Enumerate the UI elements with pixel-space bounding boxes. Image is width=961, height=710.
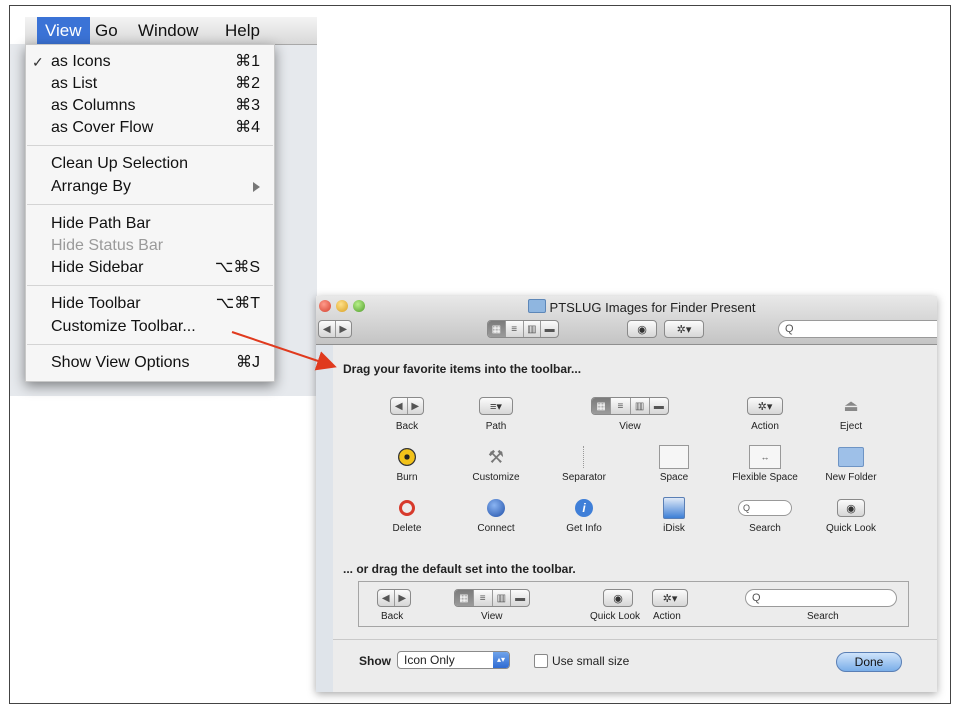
annotation-arrow xyxy=(231,331,337,371)
